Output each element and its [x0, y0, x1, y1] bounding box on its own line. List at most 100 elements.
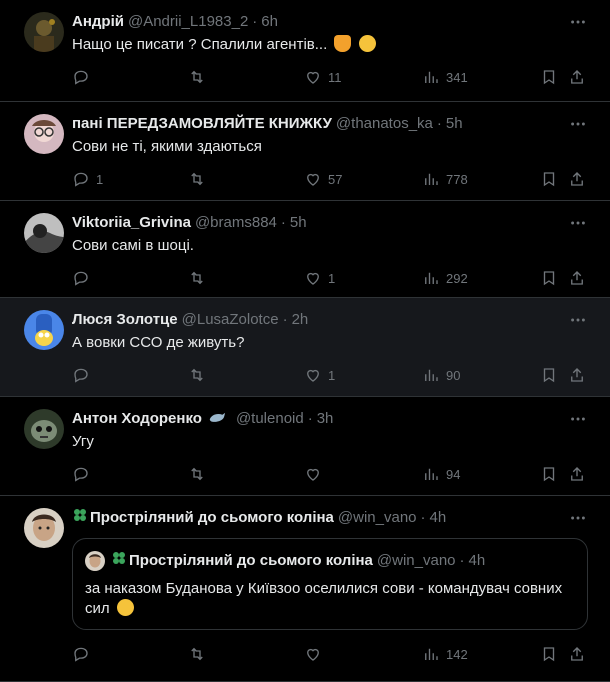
retweet-button[interactable] — [188, 269, 206, 287]
more-options-icon[interactable] — [568, 409, 588, 429]
tweet[interactable]: Люся Золотце @LusaZolotce · 2h А вовки С… — [0, 298, 610, 397]
timestamp[interactable]: 2h — [292, 310, 309, 330]
tweet[interactable]: Viktoriia_Grivina @brams884 · 5h Сови са… — [0, 201, 610, 298]
avatar[interactable] — [24, 508, 64, 548]
author-handle[interactable]: @Andrii_L1983_2 — [128, 12, 248, 32]
heart-icon — [307, 369, 319, 382]
quoted-timestamp: 4h — [468, 552, 486, 569]
reply-button[interactable] — [72, 269, 96, 287]
views-chart-icon — [425, 71, 438, 83]
retweet-button[interactable] — [188, 645, 206, 663]
views-button[interactable]: 94 — [422, 465, 460, 483]
views-count: 778 — [446, 171, 468, 187]
author-name[interactable]: пані ПЕРЕДЗАМОВЛЯЙТЕ КНИЖКУ — [72, 114, 332, 134]
author-handle[interactable]: @LusaZolotce — [182, 310, 279, 330]
retweet-button[interactable] — [188, 68, 206, 86]
tweet[interactable]: Простріляний до сьомого коліна @win_vano… — [0, 496, 610, 682]
author-handle[interactable]: @brams884 — [195, 213, 277, 233]
bookmark-button[interactable] — [540, 68, 558, 86]
like-button[interactable]: 1 — [304, 269, 335, 287]
quoted-author-name: Простріляний до сьомого коліна — [129, 552, 373, 569]
timestamp[interactable]: 5h — [446, 114, 463, 134]
author-handle[interactable]: @thanatos_ka — [336, 114, 433, 134]
author-name[interactable]: Viktoriia_Grivina — [72, 213, 191, 233]
tweet[interactable]: Андрій @Andrii_L1983_2 · 6h Нащо це писа… — [0, 0, 610, 102]
avatar[interactable] — [24, 310, 64, 350]
timestamp[interactable]: 3h — [317, 409, 334, 429]
more-options-icon[interactable] — [568, 213, 588, 233]
share-button[interactable] — [568, 269, 586, 287]
share-button[interactable] — [568, 366, 586, 384]
avatar[interactable] — [24, 409, 64, 449]
share-button[interactable] — [568, 68, 586, 86]
timestamp[interactable]: 6h — [261, 12, 278, 32]
avatar[interactable] — [24, 12, 64, 52]
reply-icon — [74, 467, 88, 482]
reply-button[interactable] — [72, 645, 96, 663]
bookmark-button[interactable] — [540, 366, 558, 384]
bookmark-button[interactable] — [540, 269, 558, 287]
bookmark-icon — [543, 647, 555, 662]
more-options-icon[interactable] — [568, 12, 588, 32]
more-options-icon[interactable] — [568, 508, 588, 528]
like-button[interactable]: 57 — [304, 170, 342, 188]
retweet-icon — [191, 271, 203, 285]
reply-count: 1 — [96, 171, 104, 187]
reply-button[interactable]: 1 — [72, 170, 103, 188]
avatar[interactable] — [24, 114, 64, 154]
bookmark-button[interactable] — [540, 170, 558, 188]
bookmark-button[interactable] — [540, 645, 558, 663]
more-options-icon[interactable] — [568, 310, 588, 330]
tweet-actions: 94 — [72, 464, 594, 484]
author-handle[interactable]: @tulenoid — [236, 409, 304, 429]
timestamp[interactable]: 5h — [290, 213, 307, 233]
views-button[interactable]: 292 — [422, 269, 468, 287]
separator-dot: · — [436, 115, 442, 132]
like-button[interactable]: 1 — [304, 366, 335, 384]
share-button[interactable] — [568, 645, 586, 663]
like-button[interactable]: 11 — [304, 68, 342, 86]
views-button[interactable]: 778 — [422, 170, 468, 188]
author-name[interactable]: Антон Ходоренко — [72, 409, 202, 429]
timestamp[interactable]: 4h — [430, 508, 447, 528]
views-button[interactable]: 142 — [422, 645, 468, 663]
views-button[interactable]: 341 — [422, 68, 468, 86]
reply-icon — [74, 172, 88, 187]
separator-dot: · — [252, 13, 258, 30]
share-button[interactable] — [568, 465, 586, 483]
tweet[interactable]: пані ПЕРЕДЗАМОВЛЯЙТЕ КНИЖКУ @thanatos_ka… — [0, 102, 610, 201]
reply-button[interactable] — [72, 68, 96, 86]
retweet-button[interactable] — [188, 465, 206, 483]
avatar[interactable] — [24, 213, 64, 253]
heart-icon — [307, 173, 319, 186]
more-options-icon[interactable] — [568, 114, 588, 134]
share-icon — [571, 647, 583, 661]
emoji-laughing-icon — [358, 35, 376, 52]
seal-emoji-icon — [208, 409, 226, 429]
views-chart-icon — [425, 468, 438, 480]
tweet[interactable]: Антон Ходоренко @tulenoid · 3h Угу 94 — [0, 397, 610, 496]
retweet-button[interactable] — [188, 366, 206, 384]
clover-emoji-icon — [72, 507, 88, 529]
bookmark-button[interactable] — [540, 465, 558, 483]
like-count: 1 — [328, 367, 336, 383]
separator-dot: · — [459, 552, 465, 569]
quoted-author-handle: @win_vano — [376, 552, 456, 569]
views-chart-icon — [425, 648, 438, 660]
views-button[interactable]: 90 — [422, 366, 460, 384]
reply-button[interactable] — [72, 465, 96, 483]
heart-icon — [307, 71, 319, 84]
quoted-tweet[interactable]: Простріляний до сьомого коліна @win_vano… — [72, 538, 588, 630]
retweet-button[interactable] — [188, 170, 206, 188]
like-button[interactable] — [304, 645, 328, 663]
reply-button[interactable] — [72, 366, 96, 384]
author-name[interactable]: Простріляний до сьомого коліна — [90, 508, 334, 528]
retweet-icon — [191, 172, 203, 186]
like-button[interactable] — [304, 465, 328, 483]
author-handle[interactable]: @win_vano — [338, 508, 417, 528]
author-name[interactable]: Люся Золотце — [72, 310, 178, 330]
retweet-icon — [191, 647, 203, 661]
author-name[interactable]: Андрій — [72, 12, 124, 32]
thinking-face-emoji-icon — [116, 599, 134, 616]
share-button[interactable] — [568, 170, 586, 188]
